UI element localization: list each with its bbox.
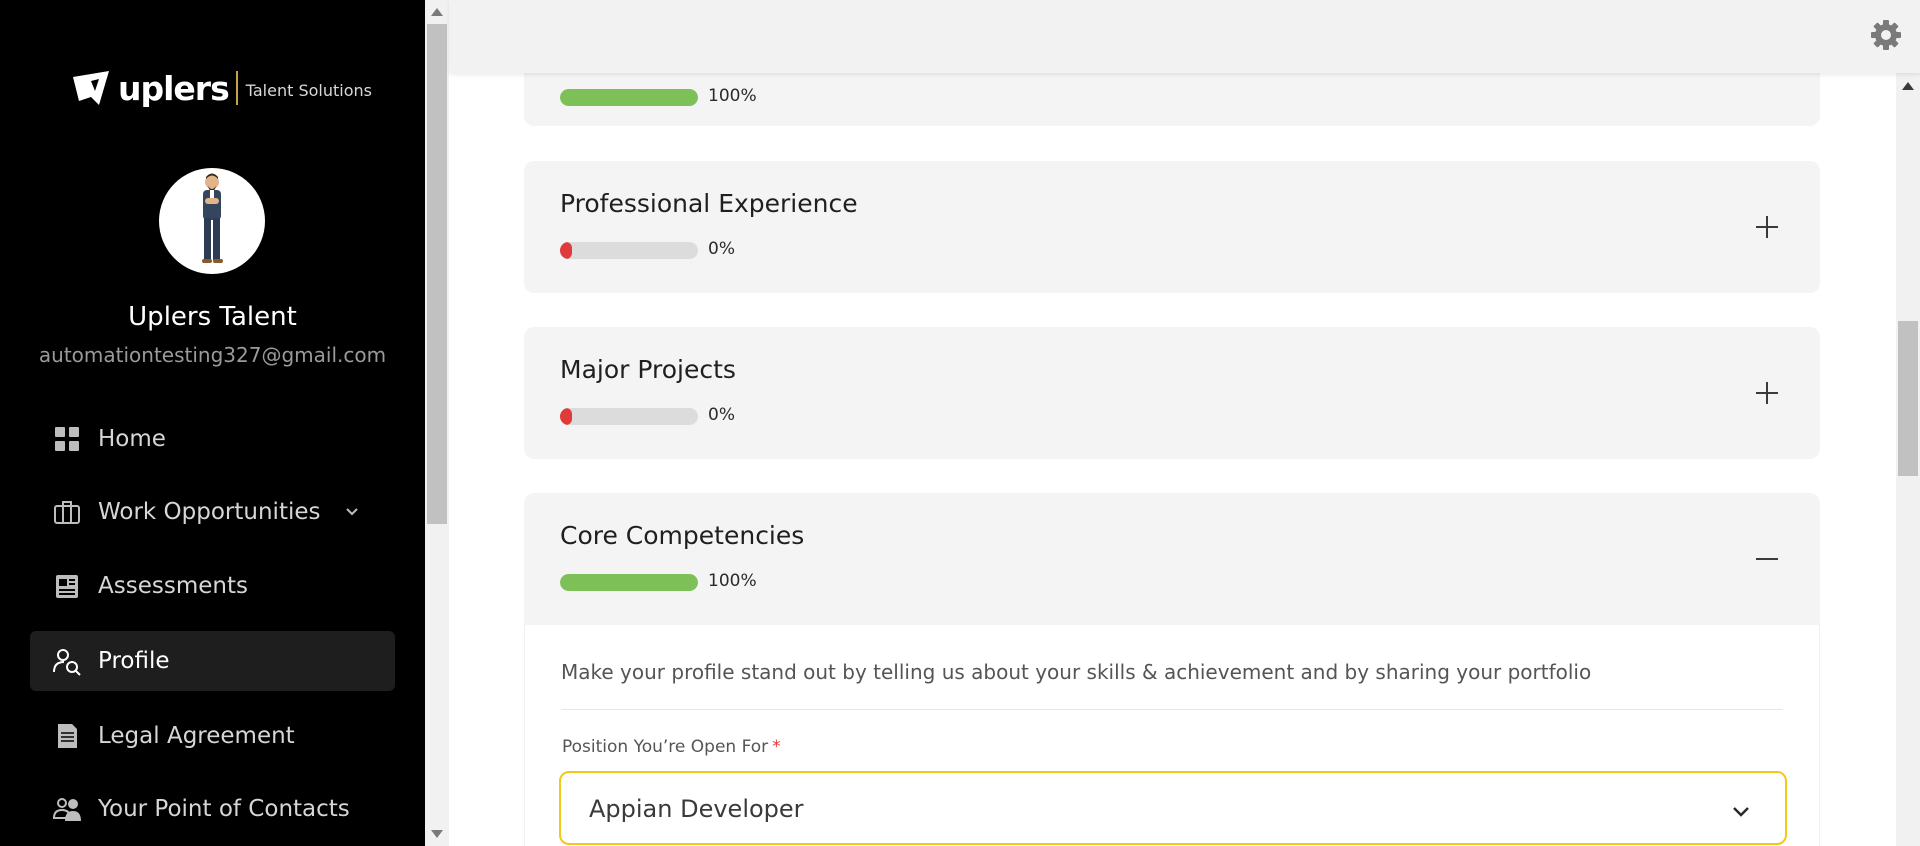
grid-icon bbox=[55, 427, 79, 451]
nav-label-assessments: Assessments bbox=[98, 573, 248, 599]
scroll-down-icon[interactable] bbox=[431, 830, 443, 838]
progress-percent: 0% bbox=[708, 239, 735, 259]
user-figure-icon bbox=[202, 173, 223, 263]
section-description: Make your profile stand out by telling u… bbox=[561, 660, 1592, 684]
logo-divider bbox=[235, 71, 238, 105]
section-card-major-projects[interactable]: Major Projects 0% bbox=[524, 327, 1820, 459]
position-field-label: Position You’re Open For * bbox=[562, 737, 781, 757]
expand-plus-icon[interactable] bbox=[1754, 214, 1780, 240]
expand-plus-icon[interactable] bbox=[1754, 380, 1780, 406]
section-card-core-competencies[interactable]: Core Competencies 100% bbox=[524, 493, 1820, 625]
nav-label-profile: Profile bbox=[98, 648, 170, 674]
user-name: Uplers Talent bbox=[128, 302, 297, 332]
document-icon bbox=[58, 724, 77, 748]
divider bbox=[561, 709, 1783, 710]
progress-fill bbox=[560, 574, 698, 591]
nav-item-point-of-contacts[interactable]: Your Point of Contacts bbox=[30, 779, 395, 839]
scroll-up-icon[interactable] bbox=[431, 8, 443, 16]
nav-label-home: Home bbox=[98, 426, 166, 452]
nav-item-profile[interactable]: Profile bbox=[30, 631, 395, 691]
brand-name: uplers bbox=[118, 68, 230, 108]
position-select-value: Appian Developer bbox=[589, 795, 804, 823]
scrollbar-thumb[interactable] bbox=[1898, 321, 1918, 476]
nav-item-assessments[interactable]: Assessments bbox=[30, 556, 395, 616]
collapse-minus-icon[interactable] bbox=[1754, 546, 1780, 572]
required-asterisk: * bbox=[772, 737, 781, 757]
nav-item-work-opportunities[interactable]: Work Opportunities bbox=[30, 482, 395, 542]
profile-content: 100% Professional Experience 0% Major Pr… bbox=[449, 73, 1896, 846]
uplers-logo-mark-icon bbox=[73, 71, 109, 105]
uplers-logo[interactable]: uplers Talent Solutions bbox=[69, 67, 372, 109]
progress-bar bbox=[560, 242, 698, 259]
position-select[interactable]: Appian Developer bbox=[559, 771, 1787, 845]
chevron-down-icon[interactable] bbox=[1731, 801, 1751, 821]
progress-percent: 100% bbox=[708, 571, 757, 591]
section-card-professional-experience[interactable]: Professional Experience 0% bbox=[524, 161, 1820, 293]
user-email: automationtesting327@gmail.com bbox=[38, 343, 387, 367]
scrollbar-thumb[interactable] bbox=[427, 24, 447, 524]
progress-bar bbox=[560, 89, 698, 106]
nav-label-legal-agreement: Legal Agreement bbox=[98, 723, 295, 749]
progress-fill bbox=[560, 408, 572, 425]
nav-label-point-of-contacts: Your Point of Contacts bbox=[98, 796, 350, 822]
chevron-down-icon[interactable] bbox=[343, 503, 361, 521]
section-card-top[interactable]: 100% bbox=[524, 73, 1820, 126]
sidebar: uplers Talent Solutions Uplers Talent au… bbox=[0, 0, 425, 846]
gear-icon[interactable] bbox=[1870, 19, 1902, 51]
content-scrollbar[interactable] bbox=[1896, 73, 1920, 846]
progress-bar bbox=[560, 574, 698, 591]
briefcase-icon bbox=[54, 501, 80, 524]
progress-fill bbox=[560, 242, 572, 259]
top-bar bbox=[449, 0, 1920, 73]
brand-tagline: Talent Solutions bbox=[245, 80, 372, 100]
nav-label-work-opportunities: Work Opportunities bbox=[98, 499, 321, 525]
core-competencies-panel: Make your profile stand out by telling u… bbox=[524, 625, 1820, 846]
position-label-text: Position You’re Open For bbox=[562, 737, 769, 757]
assessment-icon bbox=[56, 575, 78, 598]
sidebar-scrollbar[interactable] bbox=[425, 0, 449, 846]
contacts-icon bbox=[52, 798, 81, 821]
section-title: Professional Experience bbox=[560, 189, 858, 218]
nav-item-legal-agreement[interactable]: Legal Agreement bbox=[30, 706, 395, 766]
profile-search-icon bbox=[53, 649, 81, 676]
progress-bar bbox=[560, 408, 698, 425]
nav-item-home[interactable]: Home bbox=[30, 409, 395, 469]
scroll-up-icon[interactable] bbox=[1902, 82, 1914, 90]
avatar[interactable] bbox=[159, 168, 265, 274]
progress-percent: 0% bbox=[708, 405, 735, 425]
progress-percent: 100% bbox=[708, 86, 757, 106]
section-title: Major Projects bbox=[560, 355, 736, 384]
section-title: Core Competencies bbox=[560, 521, 805, 550]
progress-fill bbox=[560, 89, 698, 106]
